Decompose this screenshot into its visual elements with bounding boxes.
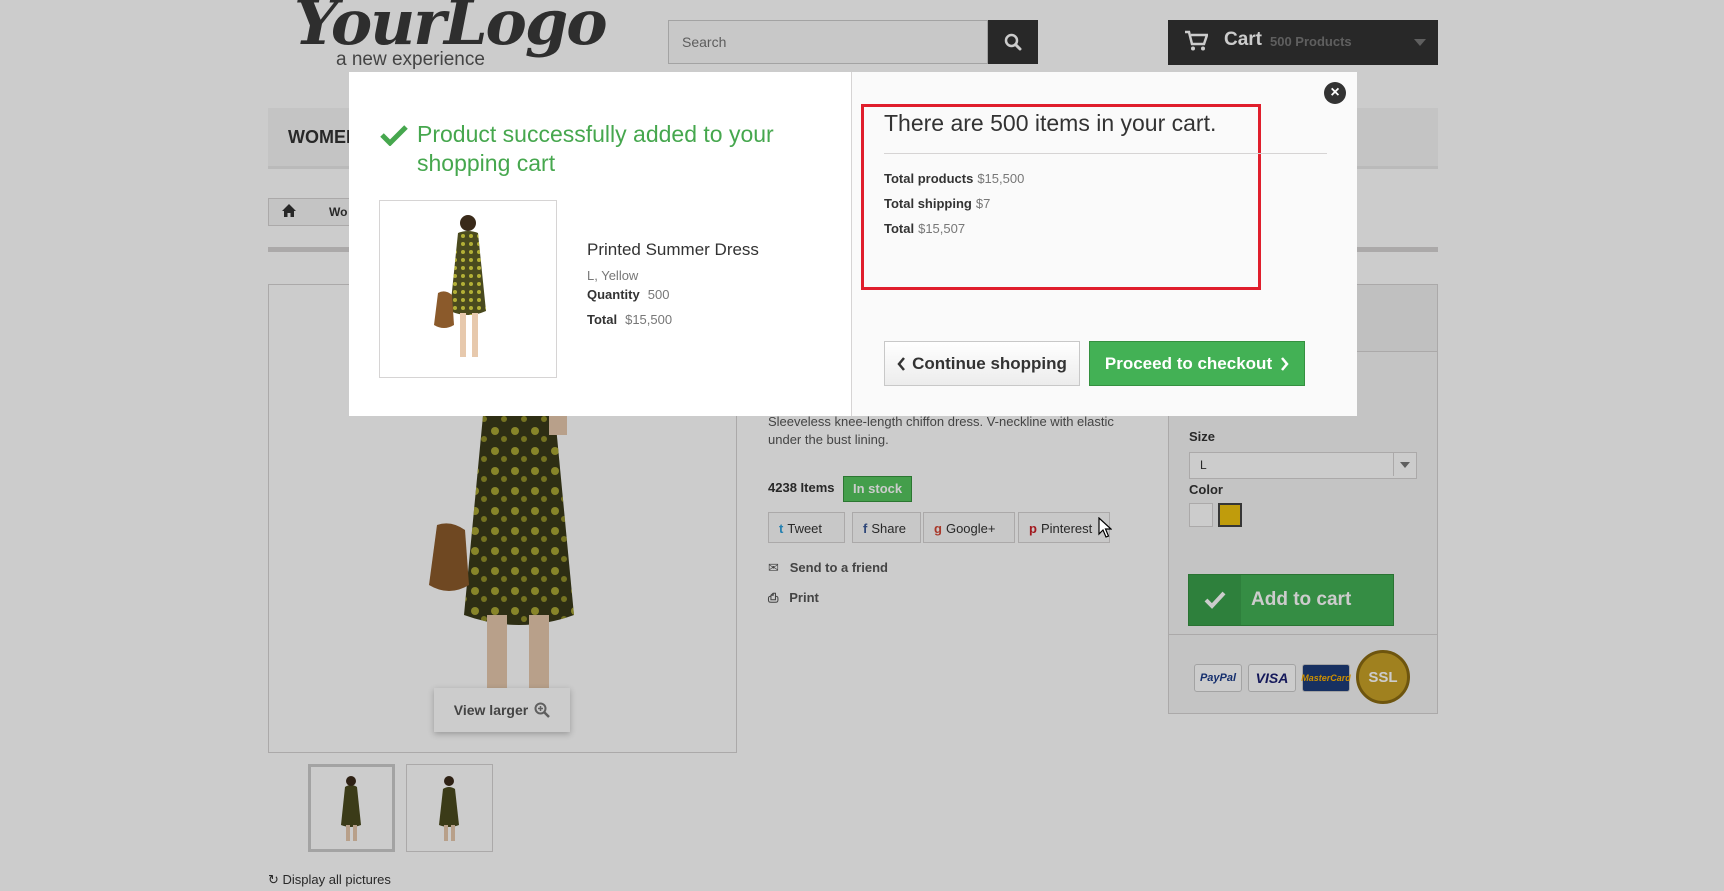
checkout-label: Proceed to checkout bbox=[1104, 353, 1273, 373]
continue-shopping-button[interactable]: Continue shopping bbox=[884, 341, 1080, 386]
close-icon[interactable]: × bbox=[1324, 82, 1346, 104]
modal-product-name: Printed Summer Dress bbox=[587, 240, 759, 259]
line-total-value: $15,500 bbox=[625, 312, 673, 327]
total-products-label: Total products bbox=[884, 171, 974, 186]
total-shipping-label: Total shipping bbox=[884, 196, 972, 211]
total-shipping-value: $7 bbox=[975, 196, 991, 211]
modal-product-panel: Product successfully added to your shopp… bbox=[349, 72, 852, 416]
grand-total-label: Total bbox=[884, 221, 915, 236]
quantity-label: Quantity bbox=[587, 287, 640, 302]
chevron-right-icon bbox=[1281, 356, 1289, 371]
success-message: Product successfully added to your shopp… bbox=[417, 121, 774, 176]
mouse-cursor-icon bbox=[1098, 517, 1112, 538]
check-icon bbox=[380, 125, 408, 146]
modal-product-attributes: L, Yellow bbox=[587, 268, 639, 283]
continue-shopping-label: Continue shopping bbox=[912, 353, 1067, 373]
total-products-value: $15,500 bbox=[977, 171, 1025, 186]
line-total-label: Total bbox=[587, 312, 618, 327]
modal-quantity: Quantity 500 bbox=[587, 287, 669, 302]
chevron-left-icon bbox=[897, 356, 906, 371]
cart-items-heading: There are 500 items in your cart. bbox=[884, 110, 1217, 136]
grand-total-value: $15,507 bbox=[918, 221, 966, 236]
summary-total-shipping: Total shipping $7 bbox=[884, 196, 990, 211]
divider bbox=[884, 153, 1327, 154]
proceed-to-checkout-button[interactable]: Proceed to checkout bbox=[1089, 341, 1305, 386]
summary-total-products: Total products $15,500 bbox=[884, 171, 1024, 186]
modal-line-total: Total $15,500 bbox=[587, 312, 672, 327]
modal-product-image bbox=[379, 200, 557, 378]
added-to-cart-modal: Product successfully added to your shopp… bbox=[349, 72, 1357, 416]
summary-grand-total: Total $15,507 bbox=[884, 221, 965, 236]
quantity-value: 500 bbox=[647, 287, 670, 302]
